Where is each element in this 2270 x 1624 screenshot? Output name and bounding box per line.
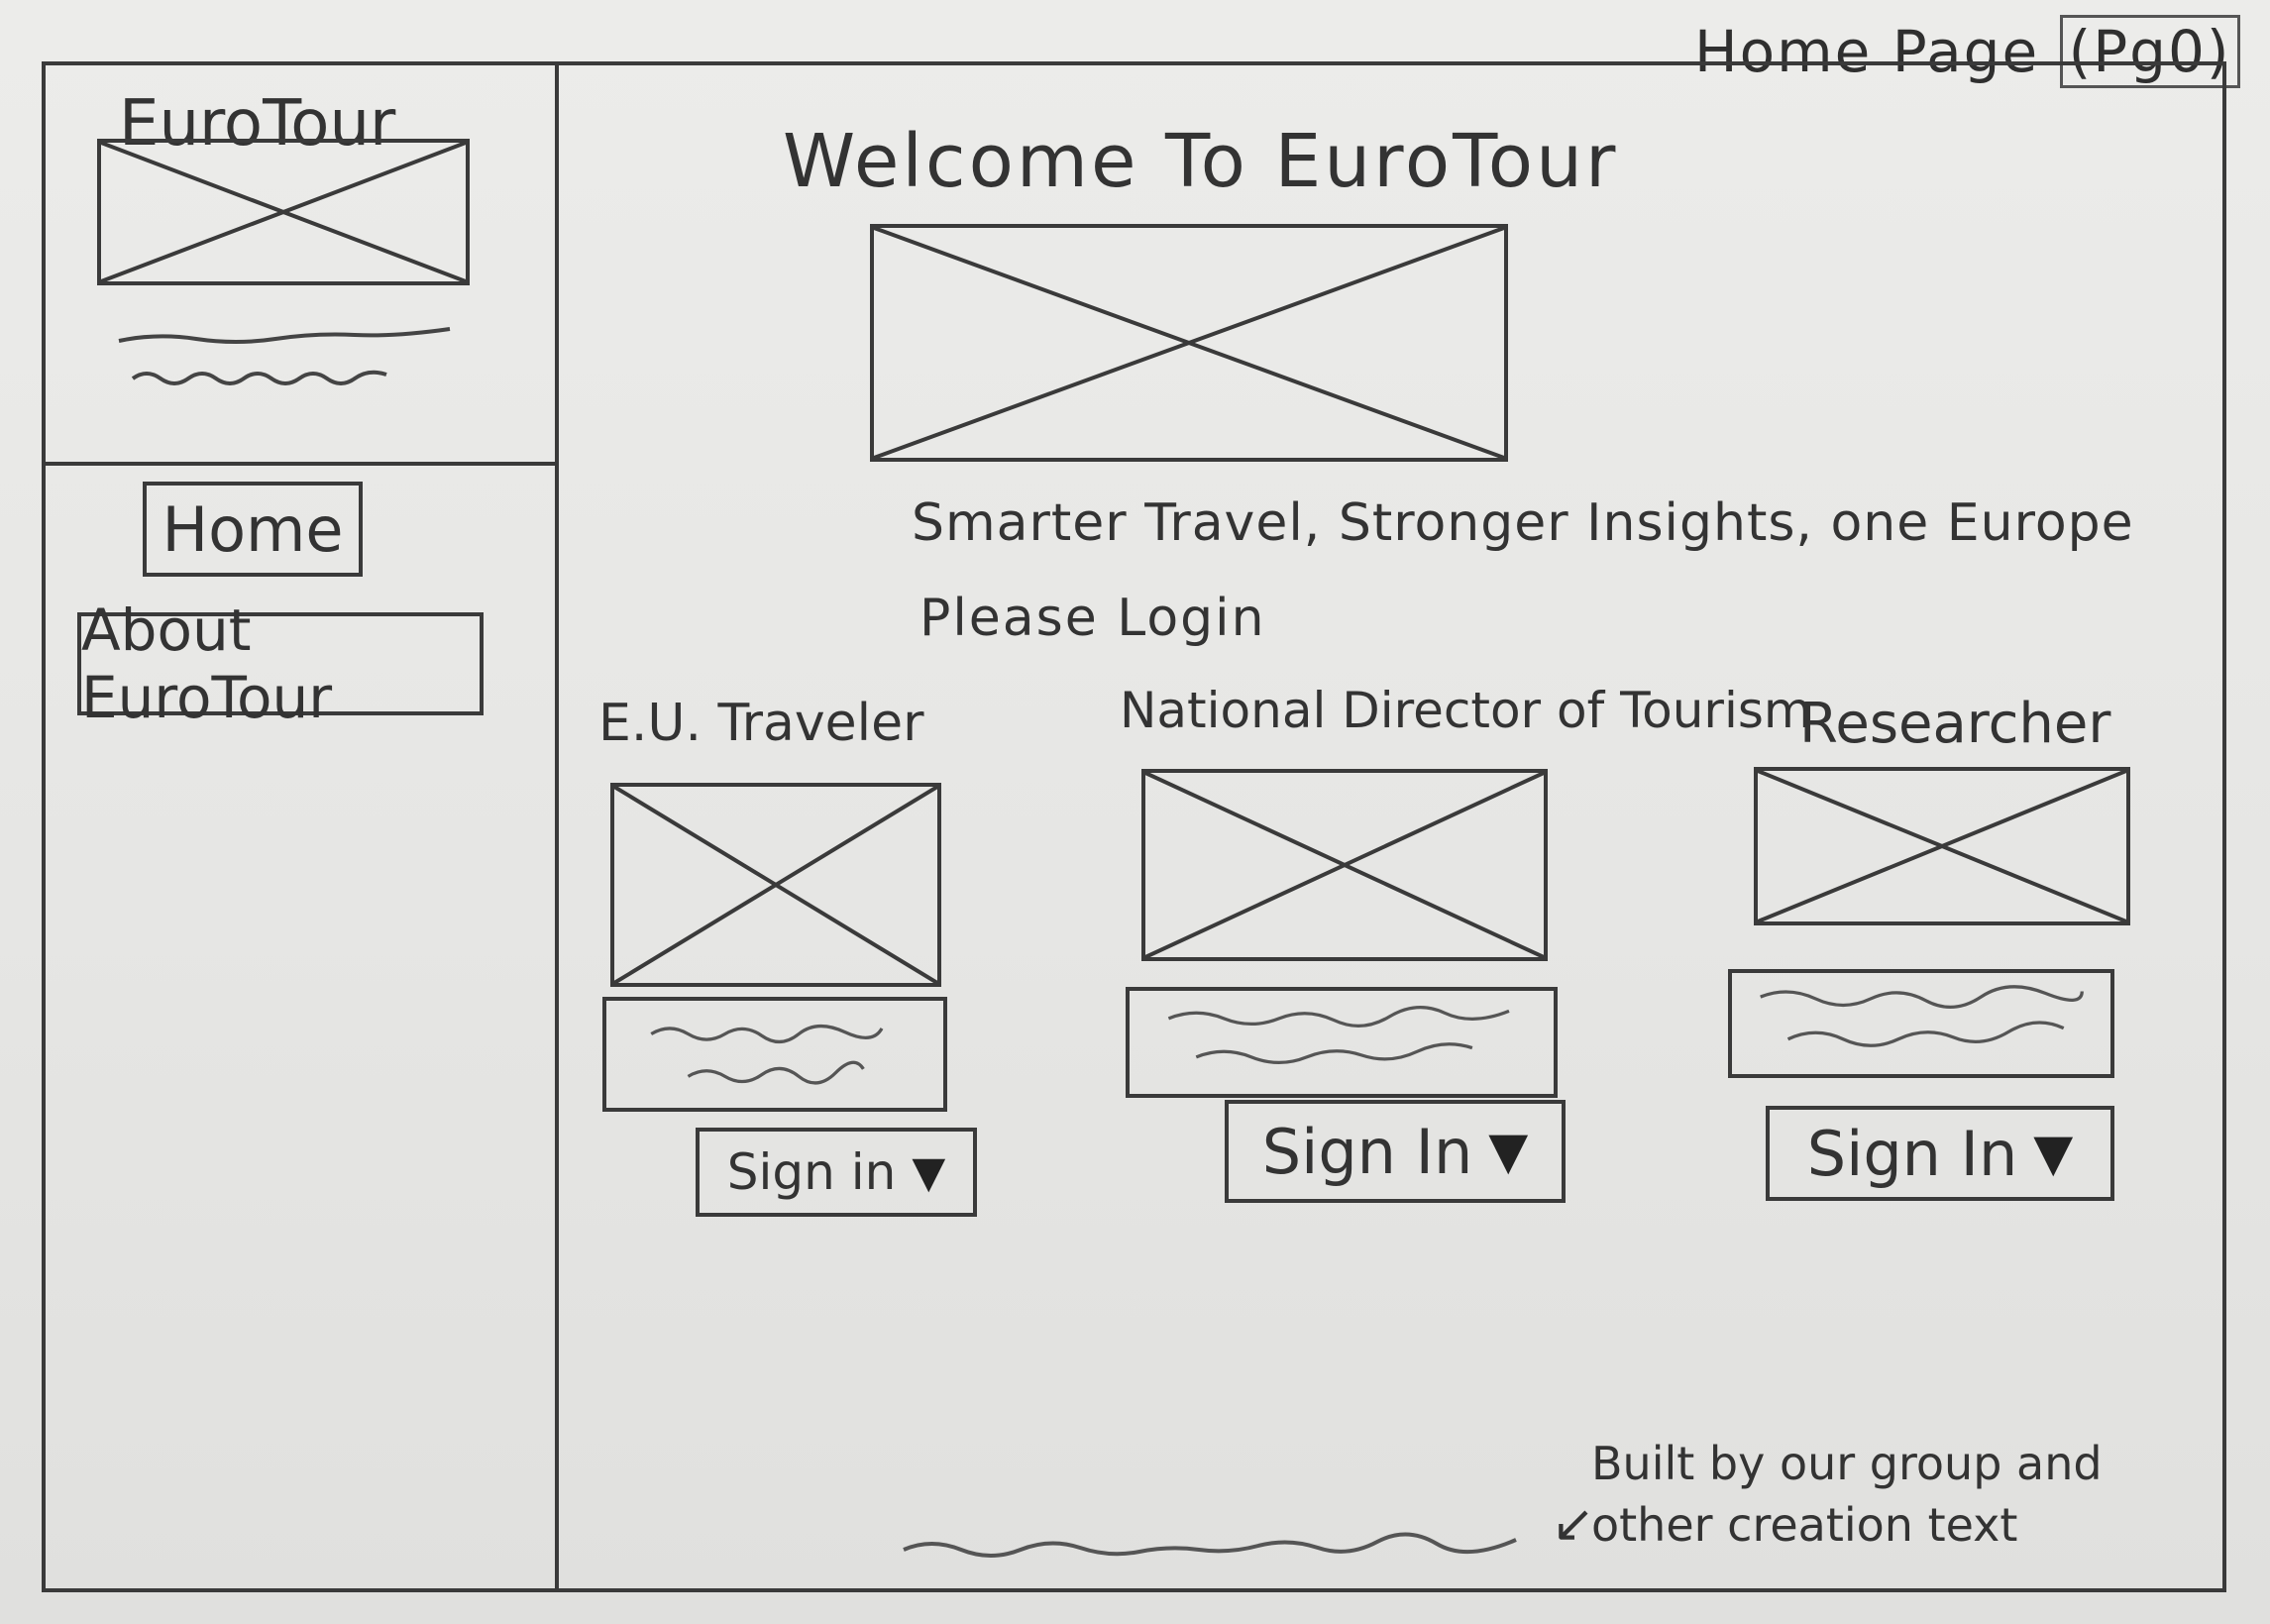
footer-text-placeholder xyxy=(903,1532,1517,1558)
role-label-traveler: E.U. Traveler xyxy=(598,694,924,753)
sidebar-divider xyxy=(555,65,559,1590)
director-sign-in-button[interactable]: Sign In ▼ xyxy=(1225,1100,1566,1203)
director-image-placeholder xyxy=(1141,769,1548,961)
nav-home-label: Home xyxy=(162,492,344,566)
director-description-box xyxy=(1126,987,1558,1098)
description-text-placeholder xyxy=(1167,1006,1510,1065)
role-label-director: National Director of Tourism xyxy=(1120,682,1812,739)
researcher-image-placeholder xyxy=(1754,767,2130,925)
description-text-placeholder xyxy=(650,1024,884,1085)
sidebar-header-divider xyxy=(46,462,557,466)
caret-down-icon: ▼ xyxy=(1488,1122,1529,1181)
traveler-image-placeholder xyxy=(610,783,941,987)
traveler-sign-in-button[interactable]: Sign in ▼ xyxy=(696,1128,977,1217)
image-placeholder-icon xyxy=(874,228,1504,458)
researcher-description-box xyxy=(1728,969,2114,1078)
tagline: Smarter Travel, Stronger Insights, one E… xyxy=(912,493,2134,553)
image-placeholder-icon xyxy=(1758,771,2126,921)
nav-about-label: About EuroTour xyxy=(81,596,333,731)
director-sign-in-label: Sign In xyxy=(1261,1115,1473,1188)
traveler-description-box xyxy=(602,997,947,1112)
caret-down-icon: ▼ xyxy=(2033,1124,2074,1183)
role-label-researcher: Researcher xyxy=(1799,692,2111,756)
image-placeholder-icon xyxy=(614,787,937,983)
footer-note: Built by our group and other creation te… xyxy=(1591,1437,2103,1552)
hero-image-placeholder xyxy=(870,224,1508,462)
arrow-down-left-icon: ↙ xyxy=(1552,1494,1595,1554)
traveler-sign-in-label: Sign in xyxy=(726,1143,897,1201)
image-placeholder-icon xyxy=(101,143,466,281)
caret-down-icon: ▼ xyxy=(912,1146,946,1198)
nav-home-button[interactable]: Home xyxy=(143,482,363,577)
description-text-placeholder xyxy=(1760,985,2084,1047)
login-prompt: Please Login xyxy=(919,589,1266,648)
researcher-sign-in-button[interactable]: Sign In ▼ xyxy=(1766,1106,2114,1201)
researcher-sign-in-label: Sign In xyxy=(1806,1117,2018,1190)
nav-about-button[interactable]: About EuroTour xyxy=(77,596,484,731)
brand-description-placeholder xyxy=(118,327,451,385)
brand-logo-placeholder xyxy=(97,139,470,285)
page-title: Welcome To EuroTour xyxy=(783,119,1619,204)
image-placeholder-icon xyxy=(1145,773,1544,957)
